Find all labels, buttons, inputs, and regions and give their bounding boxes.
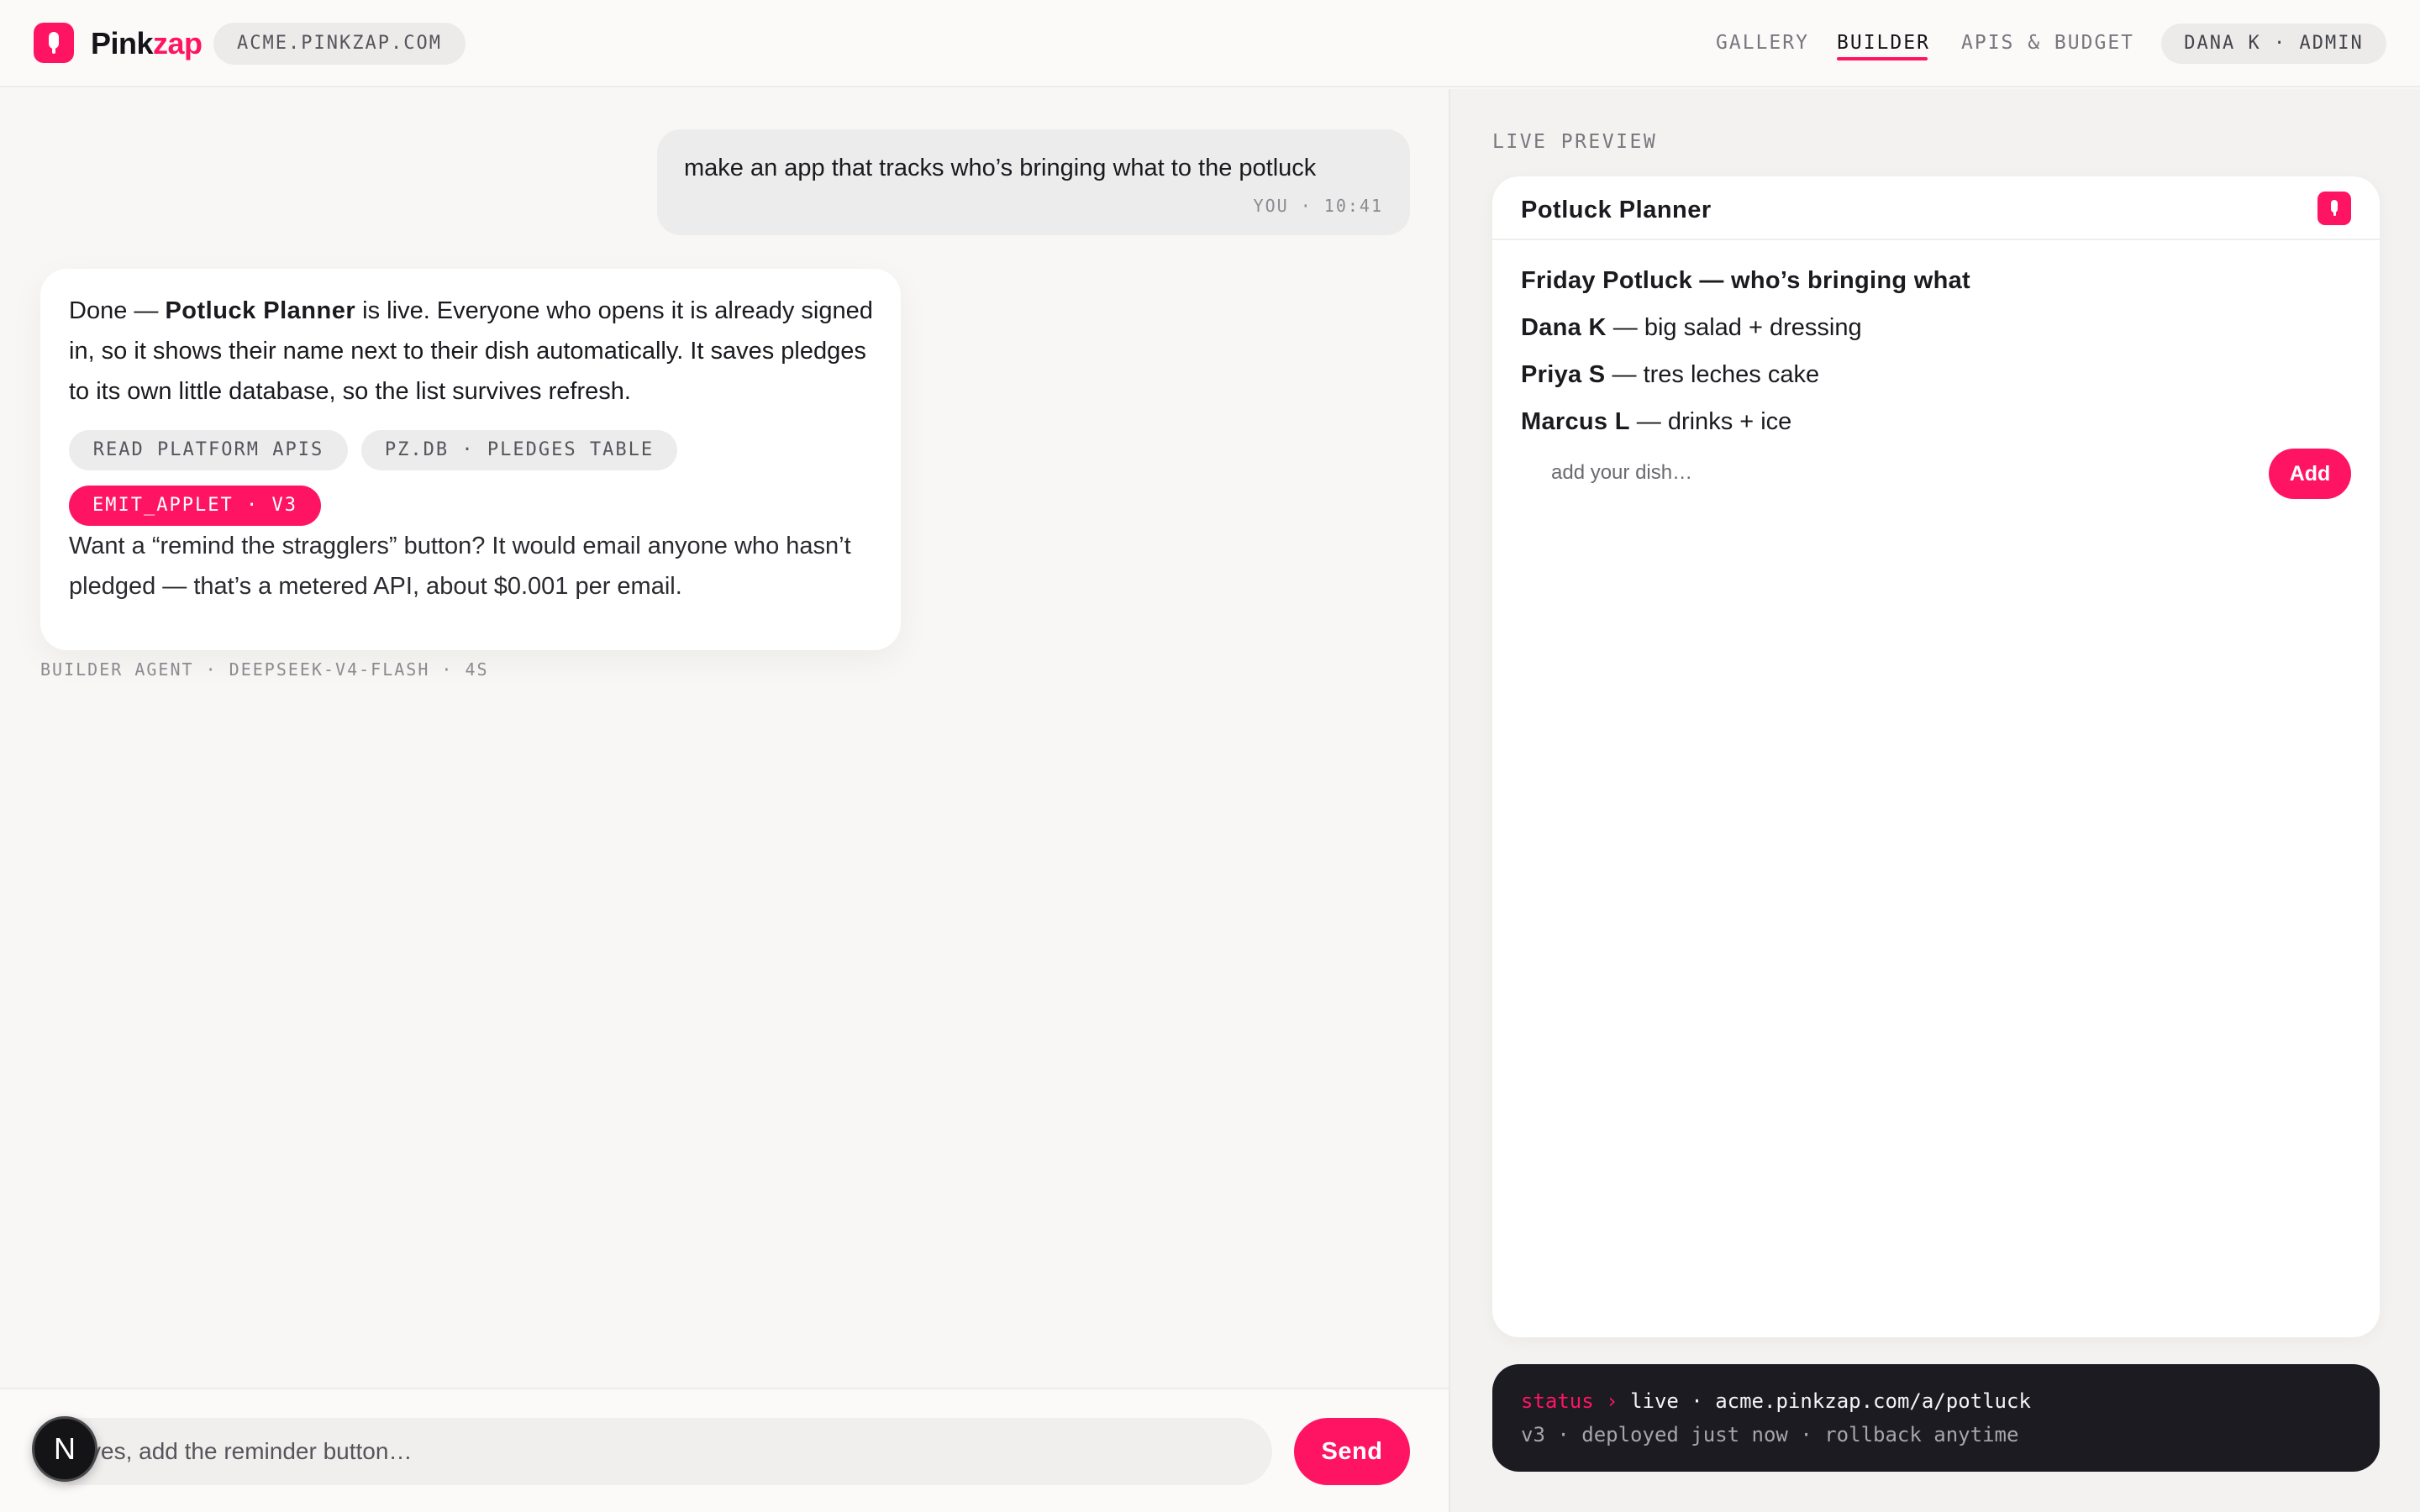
logo-pin-shape (49, 32, 59, 49)
status-arrow: › (1593, 1389, 1631, 1413)
agent-followup-paragraph: Want a “remind the stragglers” button? I… (69, 533, 851, 600)
send-button[interactable]: Send (1294, 1418, 1410, 1485)
chat-input[interactable] (40, 1418, 1272, 1485)
pledge-name: Dana K (1521, 314, 1607, 341)
active-nav-underline (1837, 57, 1928, 60)
pledge-dish: — drinks + ice (1629, 408, 1792, 435)
pinkzap-logo-icon[interactable] (34, 23, 74, 63)
applet-header: Potluck Planner (1492, 176, 2380, 240)
status-line-detail: v3 · deployed just now · rollback anytim… (1521, 1423, 2019, 1446)
user-message-text: make an app that tracks who’s bringing w… (684, 155, 1317, 181)
pledge-item: Priya S — tres leches cake (1521, 358, 1819, 391)
agent-text-prefix: Done — (69, 297, 166, 324)
status-key: status (1521, 1389, 1594, 1413)
add-dish-button[interactable]: Add (2269, 449, 2351, 499)
tool-chip-pz-db[interactable]: PZ.DB · PLEDGES TABLE (361, 430, 677, 470)
agent-message-meta: BUILDER AGENT · DEEPSEEK-V4-FLASH · 4S (40, 659, 489, 680)
brand-part-zap: zap (153, 26, 203, 60)
agent-app-name: Potluck Planner (165, 297, 356, 324)
tool-chip-read-platform-apis[interactable]: READ PLATFORM APIS (69, 430, 348, 470)
pinkzap-app-icon[interactable] (2317, 192, 2351, 225)
pledge-name: Marcus L (1521, 408, 1630, 435)
applet-title: Potluck Planner (1521, 197, 1712, 223)
user-message-bubble: make an app that tracks who’s bringing w… (657, 129, 1410, 235)
nav-link-apis-budget[interactable]: APIS & BUDGET (1961, 30, 2134, 55)
n-avatar-icon[interactable]: N (32, 1416, 97, 1482)
top-nav: Pinkzap ACME.PINKZAP.COM GALLERY BUILDER… (0, 0, 2420, 87)
dish-input[interactable] (1521, 449, 2274, 497)
logo-pin-tail (52, 48, 55, 54)
brand-part-pink: Pink (91, 26, 154, 60)
pledge-dish: — big salad + dressing (1606, 314, 1862, 341)
app-pin-tail (2333, 212, 2336, 216)
tool-chip-emit-applet[interactable]: EMIT_APPLET · V3 (69, 486, 321, 526)
applet-preview-card: Potluck Planner Friday Potluck — who’s b… (1492, 176, 2380, 1337)
pledge-dish: — tres leches cake (1605, 361, 1820, 388)
live-preview-label: LIVE PREVIEW (1492, 131, 1658, 153)
status-value[interactable]: live · acme.pinkzap.com/a/potluck (1630, 1389, 2031, 1413)
user-menu-pill[interactable]: DANA K · ADMIN (2161, 24, 2386, 64)
applet-heading: Friday Potluck — who’s bringing what (1521, 267, 1970, 294)
brand-name[interactable]: Pinkzap (91, 27, 203, 60)
nav-link-gallery[interactable]: GALLERY (1716, 30, 1809, 55)
pledge-item: Marcus L — drinks + ice (1521, 405, 1791, 438)
agent-message-bubble: Done — Potluck Planner is live. Everyone… (40, 269, 901, 650)
status-line-live: status › live · acme.pinkzap.com/a/potlu… (1521, 1388, 2031, 1415)
nav-link-builder[interactable]: BUILDER (1837, 30, 1930, 55)
user-message-meta: YOU · 10:41 (1253, 196, 1383, 216)
workspace-domain-pill[interactable]: ACME.PINKZAP.COM (213, 23, 466, 65)
chat-composer: Send (0, 1388, 1449, 1512)
app-pin-shape (2331, 200, 2338, 213)
pledge-item: Dana K — big salad + dressing (1521, 311, 1862, 344)
pledge-name: Priya S (1521, 361, 1606, 388)
agent-message-paragraph: Done — Potluck Planner is live. Everyone… (69, 291, 876, 412)
deploy-status-card: status › live · acme.pinkzap.com/a/potlu… (1492, 1364, 2380, 1472)
